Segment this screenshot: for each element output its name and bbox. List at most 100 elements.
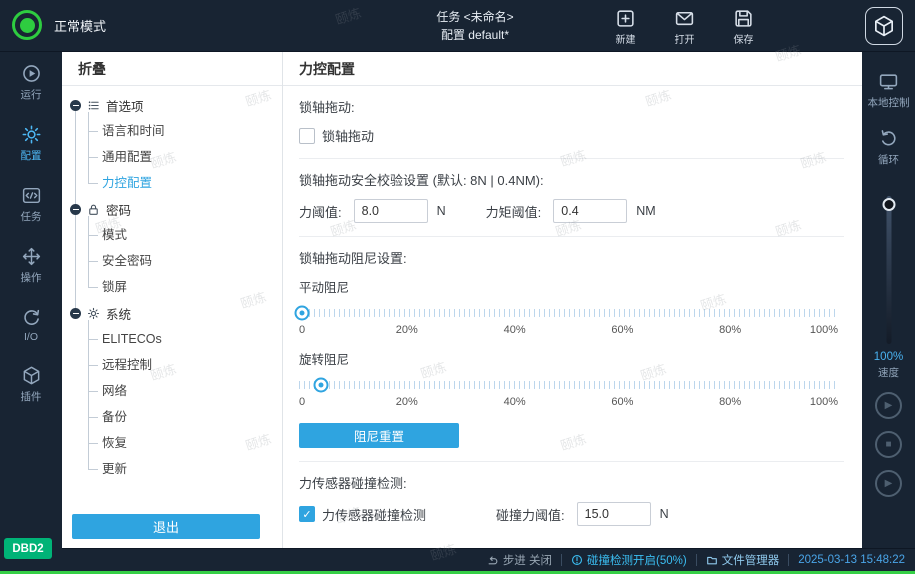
safety-verification-section: 锁轴拖动安全校验设置 (默认: 8N | 0.4NM): 力阈值: N 力矩阈值…: [299, 159, 844, 237]
slider-tick-labels: 0 20% 40% 60% 80% 100%: [299, 324, 838, 339]
collapse-bullet-icon: [70, 100, 81, 111]
app-window: 正常模式 任务 <未命名> 配置 default* 新建 打开 保存: [0, 0, 915, 574]
tree-group-system[interactable]: 系统: [62, 300, 282, 326]
section-label: 锁轴拖动阻尼设置:: [299, 248, 844, 267]
separator: [788, 554, 789, 566]
damping-reset-button[interactable]: 阻尼重置: [299, 423, 459, 448]
torque-threshold-input[interactable]: [553, 199, 627, 223]
sidebar-item-plugin[interactable]: 插件: [0, 354, 62, 415]
tree-item-restore[interactable]: 恢复: [62, 430, 282, 456]
file-manager[interactable]: 文件管理器: [706, 552, 780, 568]
tree-children: ELITECOs 远程控制 网络 备份 恢复 更新: [62, 326, 282, 482]
speed-slider[interactable]: [862, 196, 915, 344]
collision-threshold-input[interactable]: [577, 502, 651, 526]
code-icon: [21, 185, 42, 206]
sidebar-item-label: 操作: [21, 270, 42, 285]
right-sidebar: 本地控制 循环 100% 速度 ▶ ■ ▶: [862, 52, 915, 548]
cube-icon: [21, 365, 42, 386]
rotation-damping-label: 旋转阻尼: [299, 349, 844, 368]
exit-button[interactable]: 退出: [72, 514, 260, 539]
lock-icon: [87, 203, 100, 216]
tree-item-backup[interactable]: 备份: [62, 404, 282, 430]
loop-item[interactable]: 循环: [878, 119, 899, 176]
slider-tick-labels: 0 20% 40% 60% 80% 100%: [299, 396, 838, 411]
left-sidebar: 运行 配置 任务 操作 I/O 插件 DBD2: [0, 52, 62, 571]
slider-knob[interactable]: [313, 378, 328, 393]
translation-damping-slider[interactable]: [299, 304, 838, 322]
play-button[interactable]: ▶: [875, 392, 902, 419]
sidebar-item-operate[interactable]: 操作: [0, 235, 62, 296]
settings-tree: 首选项 语言和时间 通用配置 力控配置 密码 模式 安全密码 锁屏 系统: [62, 86, 282, 482]
cube-icon: [872, 14, 896, 38]
tree-children: 模式 安全密码 锁屏: [62, 222, 282, 300]
collision-alert-icon: [571, 554, 583, 566]
tree-item-elitecos[interactable]: ELITECOs: [62, 326, 282, 352]
step-run-button[interactable]: ▶: [875, 470, 902, 497]
lock-axis-checkbox[interactable]: [299, 128, 315, 144]
sidebar-item-config[interactable]: 配置: [0, 113, 62, 174]
save-button[interactable]: 保存: [733, 8, 754, 46]
tree-item-force-control[interactable]: 力控配置: [62, 170, 282, 196]
tree-item-update[interactable]: 更新: [62, 456, 282, 482]
step-status-label: 步进 关闭: [503, 552, 552, 568]
sidebar-item-run[interactable]: 运行: [0, 52, 62, 113]
torque-threshold-label: 力矩阈值:: [486, 202, 542, 221]
config-label: 配置 default*: [390, 26, 560, 44]
tree-item-safety-password[interactable]: 安全密码: [62, 248, 282, 274]
stop-button[interactable]: ■: [875, 431, 902, 458]
folder-icon: [706, 554, 718, 566]
tree-item-general-config[interactable]: 通用配置: [62, 144, 282, 170]
tree-children: 语言和时间 通用配置 力控配置: [62, 118, 282, 196]
tree-group-preferences[interactable]: 首选项: [62, 92, 282, 118]
damping-section: 锁轴拖动阻尼设置: 平动阻尼 0 20% 40% 60% 80% 100% 旋转…: [299, 237, 844, 462]
tree-group-label: 密码: [106, 200, 131, 219]
lock-axis-section: 锁轴拖动: 锁轴拖动: [299, 86, 844, 159]
collision-detection-checkbox[interactable]: [299, 506, 315, 522]
play-icon: ▶: [885, 478, 893, 489]
speed-value: 100%: [874, 351, 903, 363]
app-logo[interactable]: [865, 7, 903, 45]
collapse-header[interactable]: 折叠: [62, 52, 282, 86]
sidebar-item-task[interactable]: 任务: [0, 174, 62, 235]
robot-badge[interactable]: DBD2: [4, 538, 52, 559]
tree-item-lock-screen[interactable]: 锁屏: [62, 274, 282, 300]
collision-status[interactable]: 碰撞检测开启(50%): [571, 552, 687, 568]
section-label: 锁轴拖动安全校验设置 (默认: 8N | 0.4NM):: [299, 170, 844, 189]
open-button[interactable]: 打开: [674, 8, 695, 46]
new-button[interactable]: 新建: [615, 8, 636, 46]
collapse-bullet-icon: [70, 204, 81, 215]
tree-item-mode[interactable]: 模式: [62, 222, 282, 248]
force-threshold-input[interactable]: [354, 199, 428, 223]
rotation-damping-slider[interactable]: [299, 376, 838, 394]
speed-slider-knob[interactable]: [882, 198, 895, 211]
mode-indicator-icon[interactable]: [12, 10, 42, 40]
tree-item-remote-control[interactable]: 远程控制: [62, 352, 282, 378]
force-control-config-panel: 力控配置 锁轴拖动: 锁轴拖动 锁轴拖动安全校验设置 (默认: 8N | 0.4…: [282, 52, 862, 548]
tree-group-label: 首选项: [106, 96, 144, 115]
slider-track: [299, 309, 838, 317]
step-status[interactable]: 步进 关闭: [487, 552, 552, 568]
collision-threshold-unit: N: [660, 507, 669, 521]
collapse-bullet-icon: [70, 308, 81, 319]
sidebar-item-label: I/O: [24, 331, 38, 343]
open-button-label: 打开: [675, 31, 695, 46]
tree-item-language-time[interactable]: 语言和时间: [62, 118, 282, 144]
collision-threshold-label: 碰撞力阈值:: [496, 505, 565, 524]
sidebar-item-label: 插件: [21, 389, 42, 404]
play-icon: ▶: [885, 400, 893, 411]
local-control-item[interactable]: 本地控制: [868, 62, 910, 119]
list-icon: [87, 99, 100, 112]
open-icon: [674, 8, 695, 29]
collision-detection-section: 力传感器碰撞检测: 力传感器碰撞检测 碰撞力阈值: N: [299, 462, 844, 539]
task-config-info: 任务 <未命名> 配置 default*: [390, 8, 560, 44]
sidebar-item-io[interactable]: I/O: [0, 296, 62, 354]
collision-status-label: 碰撞检测开启(50%): [587, 552, 687, 568]
force-unit: N: [437, 204, 446, 218]
lock-axis-checkbox-label: 锁轴拖动: [322, 126, 374, 145]
tree-group-password[interactable]: 密码: [62, 196, 282, 222]
tree-item-network[interactable]: 网络: [62, 378, 282, 404]
loop-label: 循环: [878, 152, 899, 167]
run-icon: [21, 63, 42, 84]
section-label: 力传感器碰撞检测:: [299, 473, 844, 492]
slider-knob[interactable]: [294, 306, 309, 321]
